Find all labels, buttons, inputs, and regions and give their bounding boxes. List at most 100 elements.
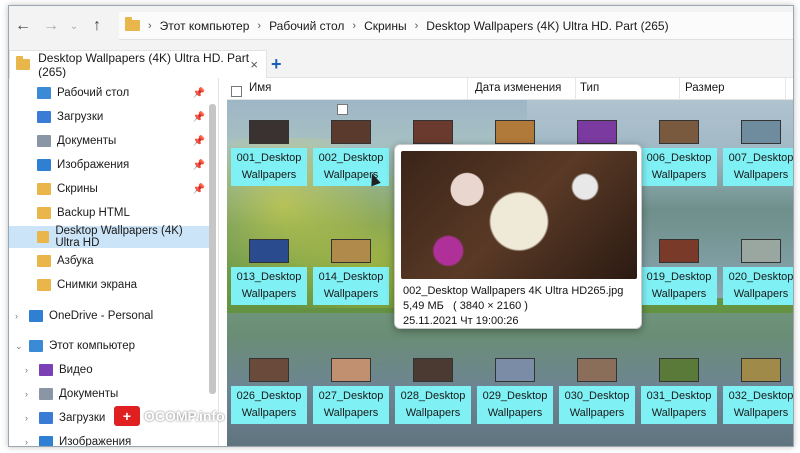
file-thumbnail[interactable] (741, 239, 781, 263)
file-name-label[interactable]: 014_Desktop Wallpapers 4K... (313, 267, 389, 305)
sidebar-item-label: Изображения (59, 436, 132, 447)
sidebar-item[interactable]: Загрузки 📌 (9, 106, 209, 128)
breadcrumb-item[interactable]: Рабочий стол (269, 19, 344, 33)
file-tile[interactable]: 031_Desktop Wallpapers 4K... (641, 358, 717, 424)
file-thumbnail[interactable] (577, 358, 617, 382)
file-view: Имя ⌃ Дата изменения Тип Размер 001_Desk… (227, 78, 793, 446)
tab-current-folder[interactable]: Desktop Wallpapers (4K) Ultra HD. Part (… (9, 50, 267, 79)
forward-button[interactable]: → (37, 12, 65, 40)
sidebar-item[interactable]: Рабочий стол 📌 (9, 82, 209, 104)
chevron-right-icon[interactable]: › (25, 389, 28, 399)
up-button[interactable]: ↑ (83, 12, 111, 40)
chevron-right-icon: › (148, 19, 152, 32)
file-name-line: Wallpapers 4K... (241, 407, 297, 419)
sidebar-item[interactable]: Скрины 📌 (9, 178, 209, 200)
sidebar-item-label: Снимки экрана (57, 279, 138, 291)
file-name-label[interactable]: 032_Desktop Wallpapers 4K... (723, 386, 793, 424)
file-thumbnail[interactable] (249, 239, 289, 263)
sidebar-item[interactable]: Изображения 📌 (9, 154, 209, 176)
tooltip-filename: 002_Desktop Wallpapers 4K Ultra HD265.jp… (403, 285, 624, 297)
file-thumbnail[interactable] (331, 120, 371, 144)
sidebar-item[interactable]: › Видео (9, 359, 209, 381)
file-name-label[interactable]: 026_Desktop Wallpapers 4K... (231, 386, 307, 424)
file-name-line: Wallpapers 4K... (651, 169, 707, 181)
file-name-line: 028_Desktop (400, 390, 466, 402)
recent-dropdown-button[interactable]: ⌄ (65, 12, 83, 40)
file-name-label[interactable]: 031_Desktop Wallpapers 4K... (641, 386, 717, 424)
file-tile[interactable]: 029_Desktop Wallpapers 4K... (477, 358, 553, 424)
file-thumbnail[interactable] (331, 239, 371, 263)
file-thumbnail[interactable] (495, 358, 535, 382)
new-tab-button[interactable]: + (271, 54, 282, 75)
file-name-label[interactable]: 029_Desktop Wallpapers 4K... (477, 386, 553, 424)
file-tile[interactable]: 032_Desktop Wallpapers 4K... (723, 358, 793, 424)
file-tile[interactable]: 013_Desktop Wallpapers 4K... (231, 239, 307, 305)
documents-icon (39, 388, 53, 400)
folder-icon (37, 279, 51, 291)
chevron-icon[interactable]: › (15, 311, 18, 321)
file-thumbnail[interactable] (495, 120, 535, 144)
chevron-right-icon[interactable]: › (25, 437, 28, 446)
chevron-right-icon[interactable]: › (25, 365, 28, 375)
computer-icon (29, 340, 43, 352)
file-name-label[interactable]: 028_Desktop Wallpapers 4K... (395, 386, 471, 424)
file-thumbnail[interactable] (249, 358, 289, 382)
file-thumbnail[interactable] (659, 358, 699, 382)
sidebar-item[interactable]: › Документы (9, 383, 209, 405)
chevron-right-icon: › (257, 19, 262, 32)
file-tile[interactable]: 006_Desktop Wallpapers 4K... (641, 120, 717, 186)
close-icon[interactable]: × (250, 57, 258, 72)
chevron-right-icon[interactable]: › (25, 413, 28, 423)
file-thumbnail[interactable] (413, 120, 453, 144)
file-name-label[interactable]: 027_Desktop Wallpapers 4K... (313, 386, 389, 424)
file-tile[interactable]: 014_Desktop Wallpapers 4K... (313, 239, 389, 305)
file-name-label[interactable]: 013_Desktop Wallpapers 4K... (231, 267, 307, 305)
column-header-row: Имя ⌃ Дата изменения Тип Размер (227, 78, 793, 100)
back-button[interactable]: ← (9, 12, 37, 40)
file-tile[interactable]: 027_Desktop Wallpapers 4K... (313, 358, 389, 424)
file-thumbnail[interactable] (741, 358, 781, 382)
column-size[interactable]: Размер (685, 82, 725, 94)
sidebar-item[interactable]: Документы 📌 (9, 130, 209, 152)
sidebar-item[interactable]: › Изображения (9, 431, 209, 447)
column-date[interactable]: Дата изменения (475, 82, 561, 94)
chevron-icon[interactable]: ⌄ (15, 341, 23, 352)
file-name-label[interactable]: 007_Desktop Wallpapers 4K... (723, 148, 793, 186)
file-name-label[interactable]: 001_Desktop Wallpapers 4K... (231, 148, 307, 186)
file-tile[interactable]: 030_Desktop Wallpapers 4K... (559, 358, 635, 424)
file-tile[interactable]: 001_Desktop Wallpapers 4K... (231, 120, 307, 186)
sidebar-item[interactable]: Азбука (9, 250, 209, 272)
file-thumbnail[interactable] (659, 239, 699, 263)
file-thumbnail[interactable] (413, 358, 453, 382)
column-type[interactable]: Тип (580, 82, 599, 94)
file-name-label[interactable]: 006_Desktop Wallpapers 4K... (641, 148, 717, 186)
file-tile[interactable]: 019_Desktop Wallpapers 4K... (641, 239, 717, 305)
sidebar-scrollbar[interactable] (209, 104, 216, 394)
file-thumbnail[interactable] (331, 358, 371, 382)
file-name-label[interactable]: 020_Desktop Wallpapers 4K... (723, 267, 793, 305)
file-tile[interactable]: 020_Desktop Wallpapers 4K... (723, 239, 793, 305)
file-thumbnail[interactable] (577, 120, 617, 144)
file-tile[interactable]: 028_Desktop Wallpapers 4K... (395, 358, 471, 424)
file-name-label[interactable]: 019_Desktop Wallpapers 4K... (641, 267, 717, 305)
column-name[interactable]: Имя (249, 82, 271, 94)
file-name-line: Wallpapers 4K... (487, 407, 543, 419)
item-checkbox[interactable] (337, 104, 348, 115)
file-thumbnail[interactable] (741, 120, 781, 144)
file-thumbnail[interactable] (659, 120, 699, 144)
breadcrumb-item[interactable]: Скрины (364, 19, 407, 33)
sidebar-item[interactable]: Снимки экрана (9, 274, 209, 296)
sidebar-item[interactable]: › OneDrive - Personal (9, 305, 209, 327)
sidebar-item[interactable]: Backup HTML (9, 202, 209, 224)
file-name-label[interactable]: 030_Desktop Wallpapers 4K... (559, 386, 635, 424)
file-thumbnail[interactable] (249, 120, 289, 144)
breadcrumb-item[interactable]: Этот компьютер (160, 19, 250, 33)
pin-icon: 📌 (192, 159, 205, 171)
watermark-subtitle: ВОПРОСЫ АДМИНУ (146, 424, 205, 430)
file-tile[interactable]: 007_Desktop Wallpapers 4K... (723, 120, 793, 186)
sidebar-item[interactable]: Desktop Wallpapers (4K) Ultra HD (9, 225, 209, 249)
sidebar-item[interactable]: ⌄ Этот компьютер (9, 335, 209, 357)
breadcrumb-item[interactable]: Desktop Wallpapers (4K) Ultra HD. Part (… (426, 19, 668, 33)
file-tile[interactable]: 026_Desktop Wallpapers 4K... (231, 358, 307, 424)
breadcrumb[interactable]: › Этот компьютер › Рабочий стол › Скрины… (119, 12, 793, 40)
